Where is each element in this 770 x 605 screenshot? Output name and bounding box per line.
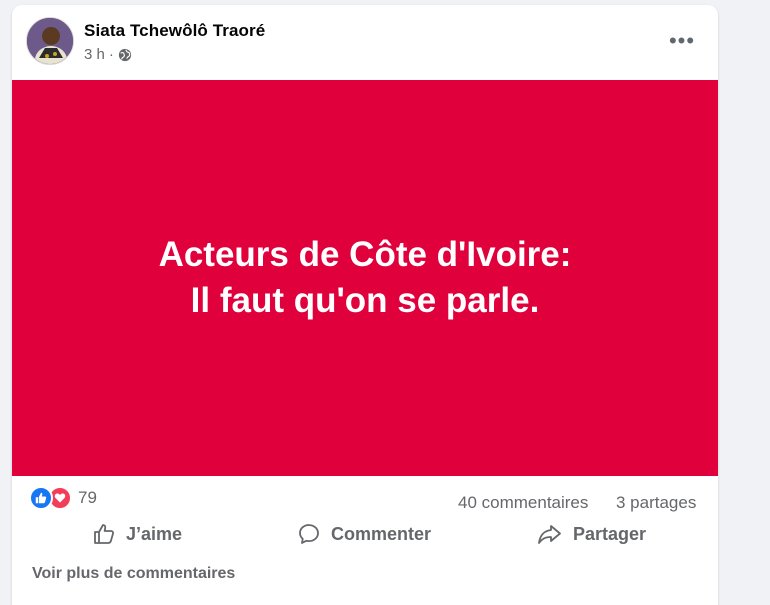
meta-separator: · bbox=[108, 46, 114, 63]
post-meta: 3 h · bbox=[84, 46, 132, 63]
post-time[interactable]: 3 h bbox=[84, 46, 105, 63]
comments-count[interactable]: 40 commentaires bbox=[458, 493, 588, 513]
banner-line-2: Il faut qu'on se parle. bbox=[190, 281, 540, 320]
globe-icon bbox=[118, 48, 131, 61]
share-label: Partager bbox=[573, 523, 647, 544]
share-button[interactable]: Partager bbox=[537, 517, 646, 551]
comment-bubble-icon bbox=[299, 524, 319, 544]
share-arrow-icon bbox=[538, 525, 561, 544]
thumbs-up-icon bbox=[94, 524, 114, 544]
shares-count[interactable]: 3 partages bbox=[616, 493, 696, 513]
more-horizontal-icon: ••• bbox=[668, 28, 696, 53]
post-banner[interactable]: Acteurs de Côte d'Ivoire: Il faut qu'on … bbox=[12, 80, 718, 476]
post-stats: 79 40 commentaires 3 partages bbox=[12, 481, 718, 513]
banner-line-1: Acteurs de Côte d'Ivoire: bbox=[158, 235, 572, 274]
comment-label: Commenter bbox=[331, 523, 432, 544]
like-button[interactable]: J’aime bbox=[92, 517, 182, 551]
banner-text: Acteurs de Côte d'Ivoire: Il faut qu'on … bbox=[159, 232, 572, 324]
post-actions: J’aime Commenter Partager bbox=[12, 517, 718, 551]
post-header: Siata Tchewôlô Traoré 3 h · ••• bbox=[12, 5, 718, 79]
post-card: Siata Tchewôlô Traoré 3 h · ••• Acteurs … bbox=[12, 5, 718, 605]
like-label: J’aime bbox=[126, 523, 183, 544]
author-name[interactable]: Siata Tchewôlô Traoré bbox=[84, 21, 265, 41]
author-avatar[interactable] bbox=[26, 17, 74, 65]
like-icon bbox=[29, 486, 53, 510]
reaction-count: 79 bbox=[78, 488, 97, 507]
comment-button[interactable]: Commenter bbox=[297, 517, 431, 551]
view-more-comments-link[interactable]: Voir plus de commentaires bbox=[32, 565, 235, 583]
reactions-summary[interactable]: 79 bbox=[29, 486, 97, 510]
avatar-image-icon bbox=[27, 18, 73, 64]
more-options-button[interactable]: ••• bbox=[668, 28, 696, 53]
